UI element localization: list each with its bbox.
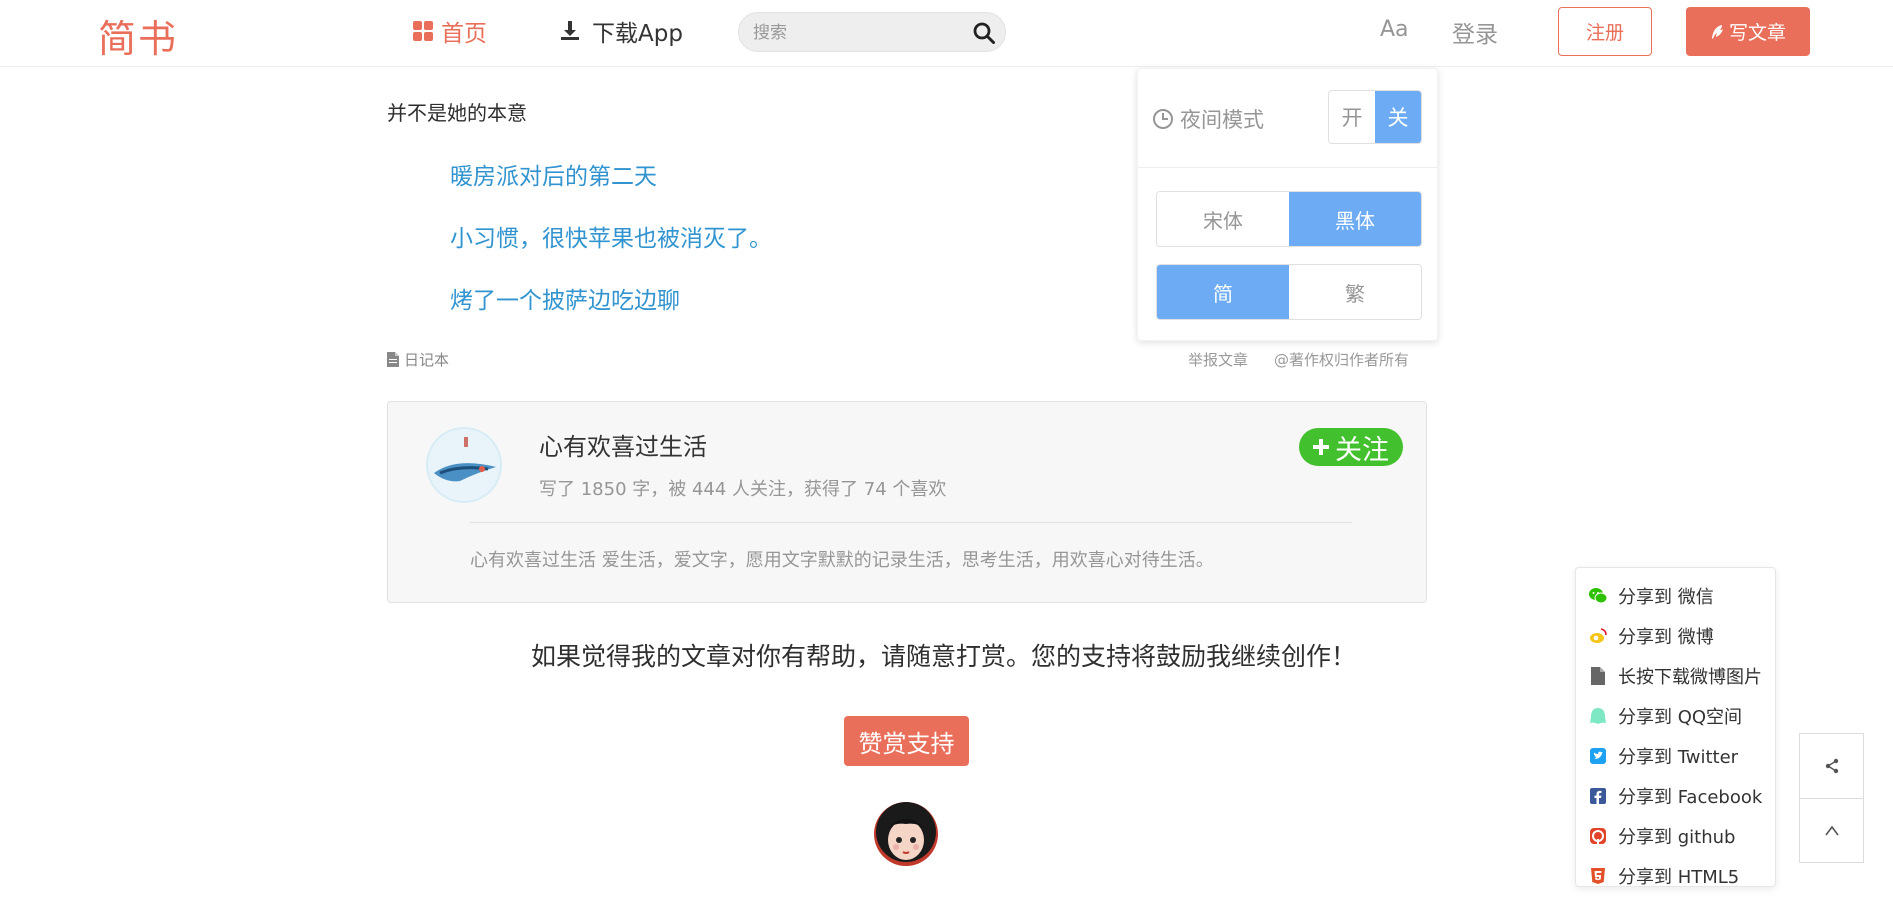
- nav-download-app-label: 下载App: [592, 21, 683, 47]
- font-song-button[interactable]: 宋体: [1157, 192, 1289, 246]
- article-meta: 举报文章 @著作权归作者所有: [1188, 349, 1409, 370]
- caret-up-icon: [1824, 825, 1839, 835]
- related-links: 暖房派对后的第二天 小习惯，很快苹果也被消灭了。 烤了一个披萨边吃边聊: [450, 157, 772, 343]
- notebook-link[interactable]: 日记本: [387, 349, 449, 370]
- download-icon: [561, 21, 579, 40]
- search-box: [738, 12, 1006, 52]
- weibo-icon: [1590, 628, 1607, 643]
- share-icon: [1825, 758, 1838, 774]
- clock-icon: [1153, 109, 1173, 129]
- author-avatar[interactable]: [426, 427, 502, 503]
- author-stats: 写了 1850 字，被 444 人关注，获得了 74 个喜欢: [539, 479, 947, 500]
- font-family-switch: 宋体 黑体: [1156, 191, 1422, 247]
- share-menu: 分享到 微信 分享到 微博 长按下载微博图片 分享到 QQ空间 分享到 Twit…: [1575, 567, 1776, 888]
- related-link[interactable]: 暖房派对后的第二天: [450, 157, 772, 219]
- logo[interactable]: 简书: [98, 8, 178, 63]
- html5-icon: [1591, 868, 1605, 884]
- notebook-label: 日记本: [404, 351, 450, 369]
- github-icon: [1590, 828, 1606, 844]
- write-article-button[interactable]: 写文章: [1686, 7, 1810, 56]
- night-mode-label: 夜间模式: [1152, 104, 1264, 134]
- document-icon: [387, 352, 399, 367]
- script-switch: 简 繁: [1156, 264, 1422, 320]
- night-mode-row: 夜间模式 开 关: [1138, 69, 1437, 168]
- share-weibo-image[interactable]: 长按下载微博图片: [1576, 656, 1775, 696]
- signup-button[interactable]: 注册: [1558, 7, 1652, 56]
- author-card: 心有欢喜过生活 写了 1850 字，被 444 人关注，获得了 74 个喜欢 关…: [387, 401, 1427, 603]
- nav-home-link[interactable]: 首页: [413, 14, 487, 48]
- side-share-button[interactable]: [1800, 734, 1863, 798]
- reading-settings-popover: 夜间模式 开 关 宋体 黑体 简 繁: [1137, 68, 1438, 341]
- follow-label: 关注: [1335, 434, 1389, 466]
- article-paragraph: 并不是她的本意: [387, 101, 527, 125]
- author-intro: 心有欢喜过生活 爱生活，爱文字，愿用文字默默的记录生活，思考生活，用欢喜心对待生…: [470, 550, 1214, 571]
- follow-button[interactable]: 关注: [1299, 428, 1403, 466]
- night-mode-off-button[interactable]: 关: [1375, 91, 1421, 143]
- supporter-avatar[interactable]: [874, 802, 938, 866]
- login-link[interactable]: 登录: [1452, 15, 1498, 49]
- nav-download-app-link[interactable]: 下载App: [560, 14, 683, 48]
- report-article-link[interactable]: 举报文章: [1188, 349, 1248, 370]
- facebook-icon: [1590, 788, 1606, 804]
- plus-icon: [1313, 439, 1329, 455]
- share-github[interactable]: 分享到 github: [1576, 816, 1775, 856]
- file-icon: [1591, 667, 1605, 685]
- nav-home-label: 首页: [441, 21, 487, 47]
- share-qzone[interactable]: 分享到 QQ空间: [1576, 696, 1775, 736]
- traditional-button[interactable]: 繁: [1289, 265, 1421, 319]
- grid-icon: [413, 21, 433, 41]
- search-icon[interactable]: [972, 21, 996, 45]
- reward-message: 如果觉得我的文章对你有帮助，请随意打赏。您的支持将鼓励我继续创作！: [531, 642, 1357, 671]
- card-divider: [470, 522, 1352, 523]
- wechat-icon: [1589, 588, 1608, 604]
- side-tools: [1799, 733, 1864, 863]
- share-html5[interactable]: 分享到 HTML5: [1576, 856, 1775, 896]
- simplified-button[interactable]: 简: [1157, 265, 1289, 319]
- qzone-icon: [1590, 708, 1606, 724]
- share-facebook[interactable]: 分享到 Facebook: [1576, 776, 1775, 816]
- feather-icon: [1711, 24, 1723, 39]
- share-wechat[interactable]: 分享到 微信: [1576, 576, 1775, 616]
- reward-button[interactable]: 赞赏支持: [844, 716, 969, 766]
- twitter-icon: [1590, 748, 1606, 764]
- night-mode-toggle: 开 关: [1328, 90, 1422, 144]
- related-link[interactable]: 小习惯，很快苹果也被消灭了。: [450, 219, 772, 281]
- related-link[interactable]: 烤了一个披萨边吃边聊: [450, 281, 772, 343]
- copyright-notice: @著作权归作者所有: [1274, 351, 1410, 369]
- night-mode-on-button[interactable]: 开: [1329, 91, 1375, 143]
- search-input[interactable]: [753, 21, 963, 45]
- top-navbar: 简书 首页 下载App Aa 登录 注册 写文章: [0, 0, 1893, 67]
- share-twitter[interactable]: 分享到 Twitter: [1576, 736, 1775, 776]
- write-article-label: 写文章: [1728, 22, 1786, 44]
- author-name[interactable]: 心有欢喜过生活: [539, 427, 707, 462]
- back-to-top-button[interactable]: [1800, 798, 1863, 862]
- font-settings-button[interactable]: Aa: [1380, 17, 1409, 42]
- share-weibo[interactable]: 分享到 微博: [1576, 616, 1775, 656]
- font-hei-button[interactable]: 黑体: [1289, 192, 1421, 246]
